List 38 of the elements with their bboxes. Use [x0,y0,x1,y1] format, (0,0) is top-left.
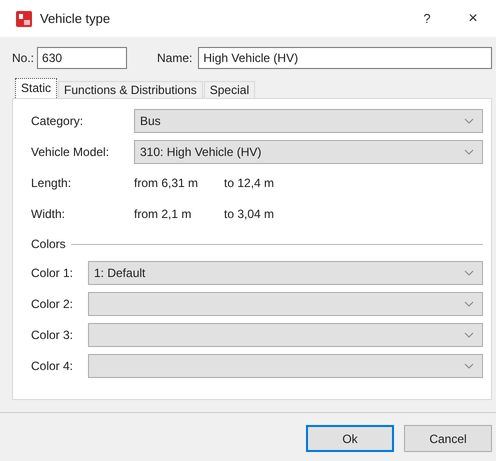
field-label: Width: [31,207,66,221]
number-field[interactable]: 630 [37,47,128,69]
chevron-down-icon [464,118,474,124]
group-title: Colors [31,237,66,251]
field-label: Vehicle Model: [31,145,110,159]
name-field[interactable]: High Vehicle (HV) [198,47,492,69]
number-label: No.: [12,51,34,65]
name-label: Name: [157,51,192,65]
window-title: Vehicle type [40,11,112,26]
tab[interactable]: Functions & Distributions [58,81,203,98]
field-label: Color 3: [31,328,74,342]
dropdown[interactable] [88,323,483,347]
range-to: to 3,04 m [224,207,274,221]
range-from: from 6,31 m [134,176,200,190]
help-button[interactable]: ? [404,0,450,37]
cancel-button[interactable]: Cancel [404,425,492,452]
chevron-down-icon [464,332,474,338]
field-label: Category: [31,114,84,128]
range-to: to 12,4 m [224,176,274,190]
app-icon [16,10,32,26]
field-label: Color 2: [31,297,74,311]
field-label: Color 1: [31,266,74,280]
ok-button[interactable]: Ok [306,425,394,452]
dropdown[interactable] [88,292,483,316]
dropdown[interactable]: Bus [134,109,483,133]
dropdown[interactable]: 1: Default [88,261,483,285]
chevron-down-icon [464,270,474,276]
field-label: Color 4: [31,359,74,373]
chevron-down-icon [464,363,474,369]
dropdown[interactable]: 310: High Vehicle (HV) [134,140,483,164]
range-from: from 2,1 m [134,207,192,221]
field-label: Length: [31,176,72,190]
chevron-down-icon [464,301,474,307]
close-button[interactable]: × [450,0,496,37]
dropdown[interactable] [88,354,483,378]
chevron-down-icon [464,149,474,155]
tab[interactable]: Static [15,78,58,98]
tab[interactable]: Special [204,81,256,98]
